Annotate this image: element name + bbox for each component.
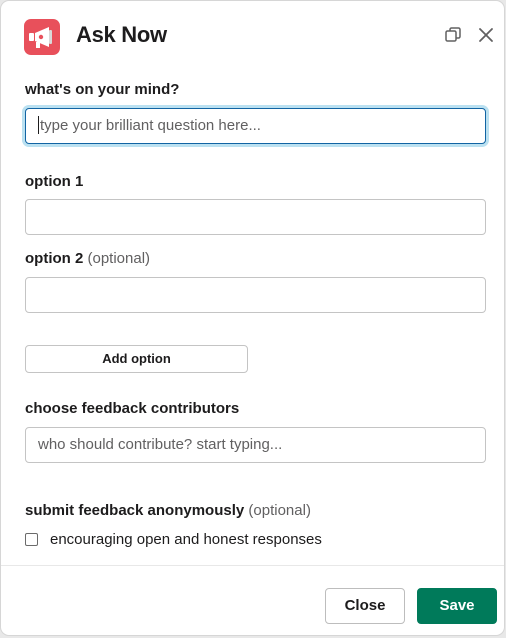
option-1-input[interactable] <box>25 199 486 235</box>
expand-window-icon[interactable] <box>444 26 464 46</box>
modal-header: Ask Now <box>1 1 504 73</box>
modal-title: Ask Now <box>76 22 167 47</box>
contributors-label: choose feedback contributors <box>25 400 240 417</box>
question-label: what's on your mind? <box>25 81 180 98</box>
question-placeholder: type your brilliant question here... <box>40 117 261 134</box>
optional-tag: (optional) <box>248 502 311 519</box>
anonymous-label: submit feedback anonymously (optional) <box>25 502 311 519</box>
option-2-label-text: option 2 <box>25 250 84 267</box>
close-button[interactable]: Close <box>325 588 405 624</box>
optional-tag: (optional) <box>87 250 151 267</box>
option-2-label: option 2 (optional) <box>25 250 150 267</box>
option-1-label: option 1 <box>25 173 84 190</box>
save-button[interactable]: Save <box>417 588 497 624</box>
add-option-button[interactable]: Add option <box>25 345 248 373</box>
option-2-input[interactable] <box>25 277 486 313</box>
contributors-placeholder: who should contribute? start typing... <box>38 436 283 453</box>
close-icon[interactable] <box>477 26 497 46</box>
contributors-input[interactable]: who should contribute? start typing... <box>25 427 486 463</box>
anonymous-label-text: submit feedback anonymously <box>25 502 245 519</box>
anonymous-checkbox[interactable] <box>25 533 38 546</box>
ask-now-modal: Ask Now what's on your mind? type your b… <box>1 1 504 635</box>
text-caret <box>38 116 39 135</box>
anonymous-checkbox-label[interactable]: encouraging open and honest responses <box>50 531 322 548</box>
megaphone-icon <box>24 19 60 55</box>
footer-divider <box>1 565 504 566</box>
question-input[interactable]: type your brilliant question here... <box>25 108 486 144</box>
